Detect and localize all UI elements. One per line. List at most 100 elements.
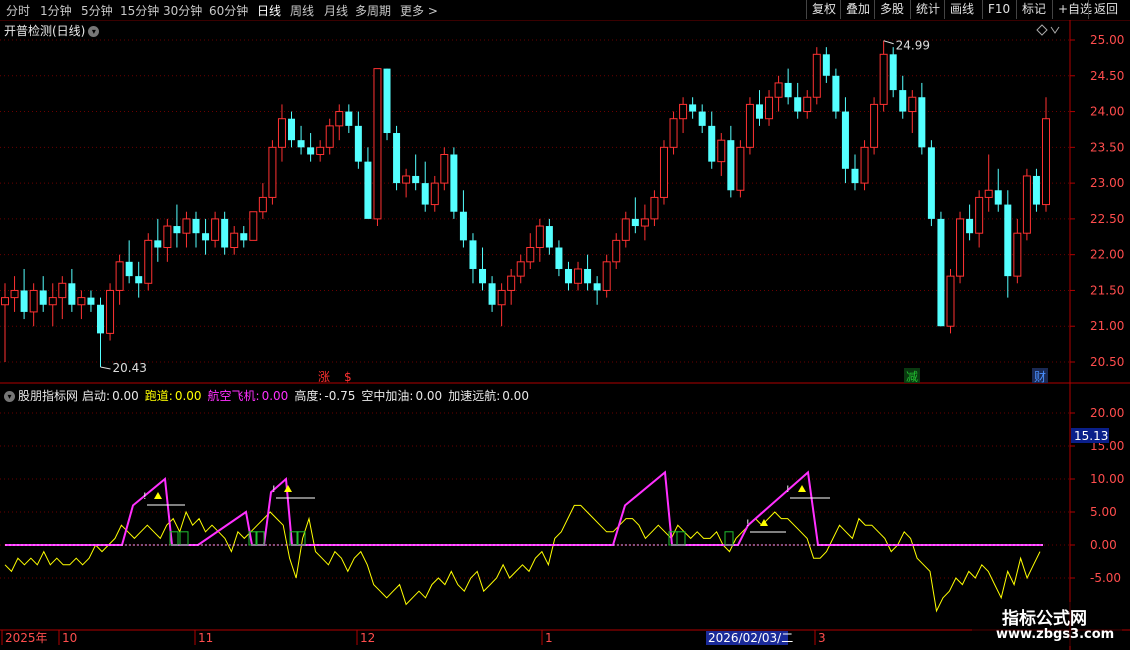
low-pointer	[100, 366, 111, 370]
indicator-tick-label: 20.00	[1090, 406, 1124, 420]
candle-body	[1022, 175, 1031, 234]
candle-body	[459, 211, 467, 241]
candle-body	[288, 118, 296, 141]
candle-body	[277, 118, 286, 148]
indicator-tick-label: 10.00	[1090, 472, 1124, 486]
candle-body	[717, 139, 726, 163]
candle-body	[545, 226, 553, 248]
cursor-date-label: 2026/02/03/二	[708, 631, 793, 645]
candle-body	[173, 226, 181, 234]
candle-body	[812, 53, 821, 98]
candle-body	[736, 146, 745, 191]
warning-triangle-icon	[284, 485, 292, 492]
candle-body	[211, 218, 220, 241]
candle-body	[860, 146, 869, 184]
candle-body	[689, 104, 697, 112]
candle-body	[135, 276, 143, 284]
chevron-down-icon[interactable]: ▾	[4, 391, 15, 402]
price-tick-label: 21.00	[1090, 319, 1124, 333]
candle-body	[479, 268, 487, 284]
refuel-box	[676, 531, 686, 546]
time-axis-label-3: 12	[360, 631, 375, 645]
candle-body	[851, 168, 859, 184]
candle-body	[325, 125, 334, 148]
chart-canvas[interactable]: 25.00 24.50 24.00 23.50 23.00 22.50 22.00 21.50…	[0, 0, 1130, 650]
candle-body	[584, 268, 592, 284]
candle-body	[144, 239, 153, 284]
time-axis-label-4: 1	[545, 631, 553, 645]
candle-body	[794, 97, 802, 112]
price-tick-label: 23.50	[1090, 140, 1124, 154]
indicator-value-1: 0.00	[174, 389, 202, 403]
candle-body	[708, 125, 716, 162]
watermark-title: 指标公式网	[1002, 609, 1087, 629]
warning-triangle-icon	[798, 485, 806, 492]
candle-body	[87, 297, 95, 305]
indicator-tick-label: 5.00	[1090, 505, 1117, 519]
indicator-tick-label: 0.00	[1090, 538, 1117, 552]
candle-body	[516, 261, 525, 277]
candle-body	[1042, 118, 1050, 206]
candle-body	[488, 283, 496, 305]
candle-body	[450, 154, 458, 212]
candle-body	[1004, 204, 1012, 277]
candle-body	[918, 97, 926, 148]
candle-body	[125, 261, 133, 277]
candle-body	[841, 111, 849, 169]
candle-body	[97, 304, 105, 334]
candle-body	[402, 175, 411, 184]
candle-body	[669, 118, 678, 148]
candle-body	[908, 96, 917, 113]
candle-body	[202, 233, 210, 241]
time-axis-label-0: 2025年	[5, 631, 48, 645]
candle-body	[230, 232, 239, 249]
exclaim-mark: !	[746, 519, 750, 529]
indicator-value-4: 0.00	[415, 389, 443, 403]
candle-body	[899, 90, 907, 112]
price-tick-label: 25.00	[1090, 33, 1124, 47]
indicator-label-5: 加速远航:	[448, 389, 501, 403]
candle-body	[822, 54, 830, 76]
candle-body	[784, 82, 792, 98]
refuel-box	[179, 531, 189, 546]
candle-body	[956, 218, 965, 277]
price-tick-label: 23.00	[1090, 176, 1124, 190]
event-marker-3: 财	[1034, 370, 1046, 384]
candle-body	[354, 125, 362, 162]
candle-body	[555, 247, 563, 269]
candle-body	[889, 54, 897, 91]
candle-body	[803, 96, 812, 113]
candle-body	[345, 111, 353, 126]
candle-body	[373, 68, 382, 220]
exclaim-mark: !	[272, 485, 276, 495]
candle-body	[1, 297, 9, 306]
high-pointer	[883, 40, 894, 45]
candle-body	[698, 111, 706, 126]
exclaim-mark: !	[786, 485, 790, 495]
candle-body	[39, 290, 47, 305]
current-value-label: 15.13	[1074, 429, 1108, 443]
indicator-value-3: -0.75	[324, 389, 356, 403]
oscillator-line	[4, 504, 1041, 613]
candle-body	[564, 268, 572, 284]
candle-body	[994, 190, 1002, 205]
candle-body	[593, 283, 601, 291]
high-price-label: 24.99	[896, 39, 930, 53]
candle-body	[727, 140, 735, 191]
candle-body	[1032, 175, 1040, 205]
candle-body	[879, 53, 888, 105]
candle-body	[574, 268, 583, 284]
price-tick-label: 24.50	[1090, 69, 1124, 83]
candle-body	[1013, 232, 1022, 277]
candle-body	[10, 289, 19, 299]
candle-body	[412, 175, 420, 184]
indicator-header: ▾ 股朋指标网 启动: 0.00 跑道: 0.00 航空飞机: 0.00 高度: -0.75 空中加…	[4, 387, 541, 404]
candle-body	[765, 96, 774, 120]
chevron-down-icon	[1050, 26, 1060, 34]
candle-body	[29, 289, 38, 313]
candle-body	[192, 218, 200, 234]
indicator-name[interactable]: 股朋指标网	[18, 389, 78, 403]
candle-body	[650, 196, 659, 220]
candle-body	[535, 225, 544, 249]
indicator-label-1: 跑道:	[144, 389, 173, 403]
